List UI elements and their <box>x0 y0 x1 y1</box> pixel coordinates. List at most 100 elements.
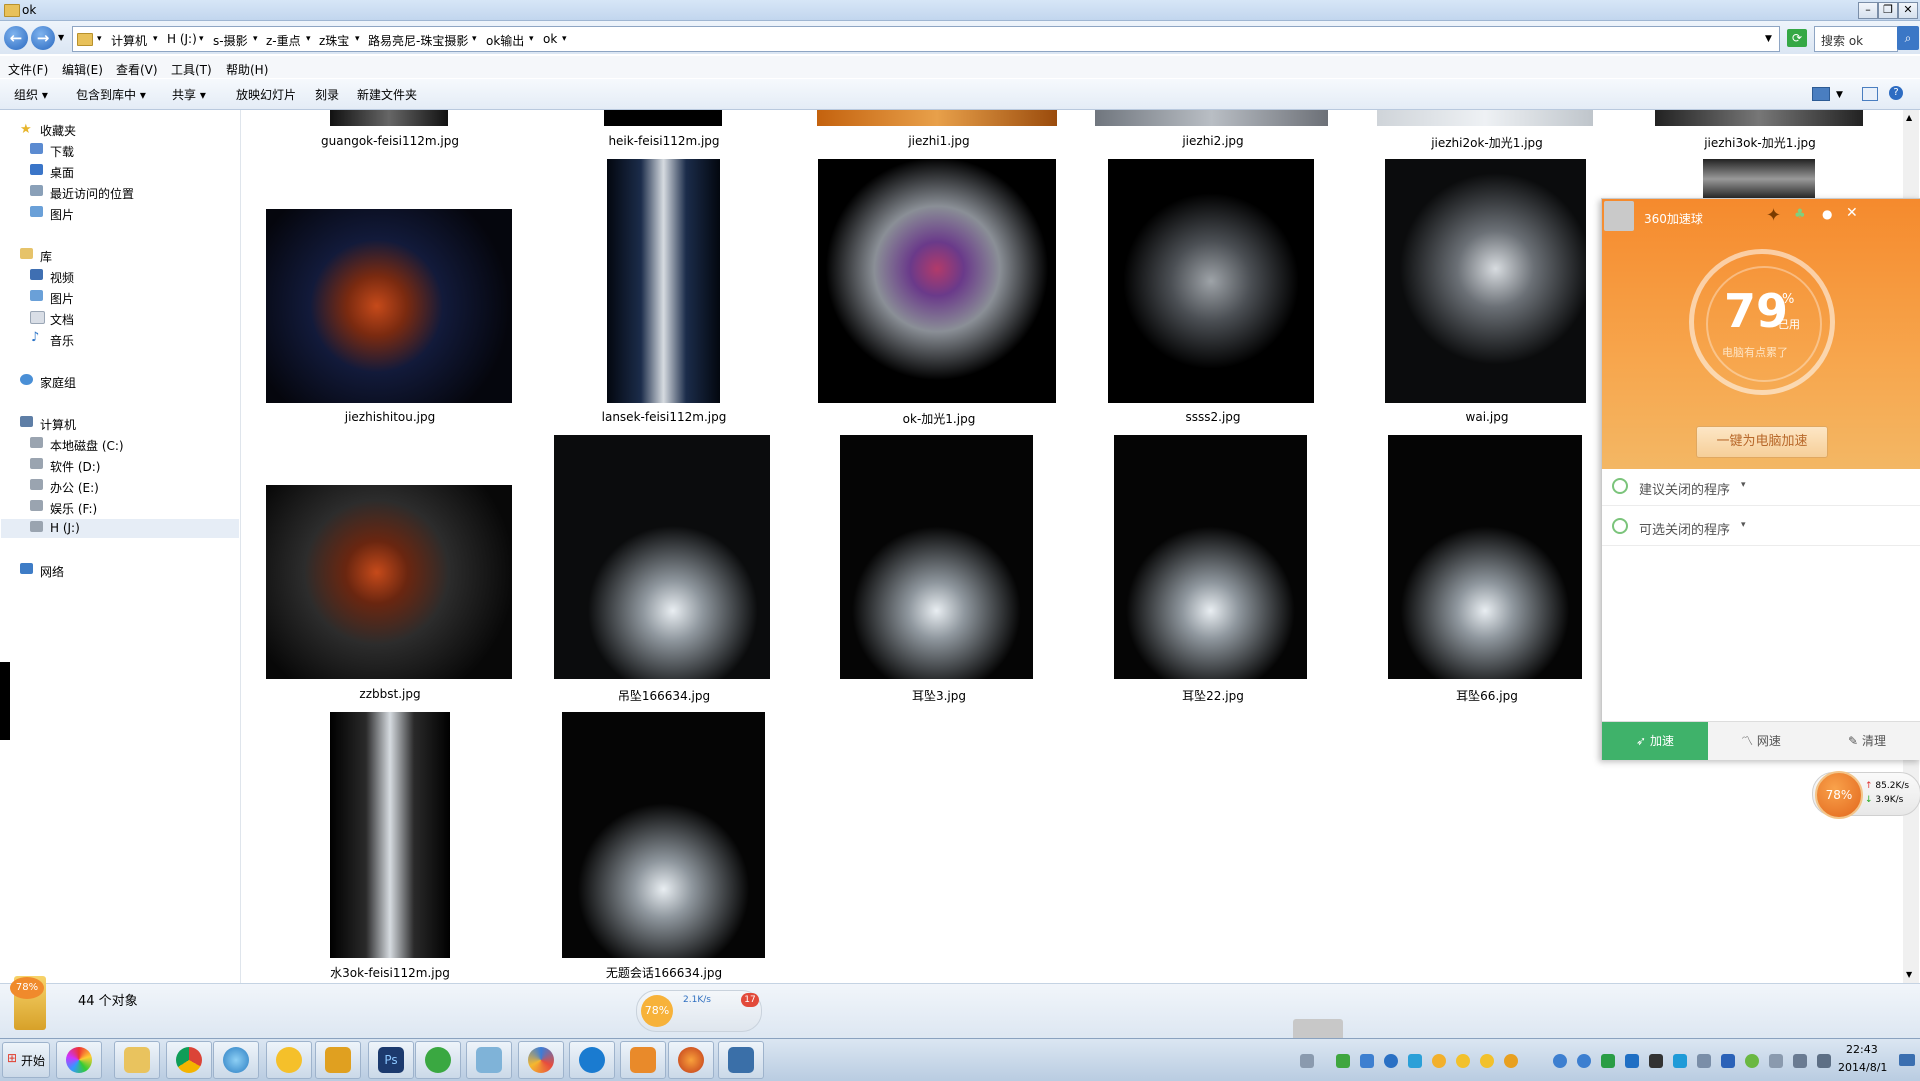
thumbnail[interactable] <box>1095 110 1328 126</box>
file-name[interactable]: 无题会话166634.jpg <box>524 964 804 981</box>
taskbar-browser[interactable] <box>213 1041 259 1079</box>
thumbnail[interactable] <box>266 209 512 403</box>
tray-keyboard-icon[interactable] <box>1300 1054 1314 1068</box>
breadcrumb-focus[interactable]: z-重点 <box>266 32 301 49</box>
tray-network-icon[interactable] <box>1769 1054 1783 1068</box>
file-name[interactable]: ssss2.jpg <box>1073 410 1353 424</box>
tray-app-icon[interactable] <box>1360 1054 1374 1068</box>
file-name[interactable]: wai.jpg <box>1347 410 1627 424</box>
file-name[interactable]: jiezhi2ok-加光1.jpg <box>1347 134 1627 151</box>
breadcrumb-ok[interactable]: ok <box>543 32 557 46</box>
menu-edit[interactable]: 编辑(E) <box>62 61 103 78</box>
breadcrumb-jewelry[interactable]: z珠宝 <box>319 32 349 49</box>
nav-item-drive-d[interactable]: 软件 (D:) <box>50 458 100 475</box>
breadcrumb-h-drive[interactable]: H (J:) <box>167 32 197 46</box>
share-button[interactable]: 共享 ▾ <box>172 86 206 103</box>
tray-security-icon[interactable] <box>1649 1054 1663 1068</box>
taskbar-360-browser[interactable] <box>415 1041 461 1079</box>
chevron-down-icon[interactable]: ▾ <box>1741 520 1746 530</box>
taskbar-picasa[interactable] <box>518 1041 564 1079</box>
taskbar-photo-viewer[interactable] <box>620 1041 666 1079</box>
nav-libraries[interactable]: 库 <box>40 248 52 265</box>
speed-widget[interactable]: 78% 2.1K/s 17 <box>636 990 762 1032</box>
menu-file[interactable]: 文件(F) <box>8 61 48 78</box>
skin-icon[interactable]: ♣ <box>1794 207 1806 222</box>
file-name[interactable]: lansek-feisi112m.jpg <box>524 410 804 424</box>
file-name[interactable]: 水3ok-feisi112m.jpg <box>250 964 530 981</box>
scroll-up-icon[interactable]: ▲ <box>1906 113 1912 122</box>
nav-item-drive-f[interactable]: 娱乐 (F:) <box>50 500 97 517</box>
view-options-icon[interactable] <box>1812 87 1830 101</box>
taskbar-chrome[interactable] <box>166 1041 212 1079</box>
file-name[interactable]: 耳坠66.jpg <box>1347 687 1627 704</box>
nav-computer[interactable]: 计算机 <box>40 416 76 433</box>
tray-app-icon[interactable] <box>1553 1054 1567 1068</box>
tray-tool-icon[interactable] <box>1673 1054 1687 1068</box>
scroll-down-icon[interactable]: ▼ <box>1906 970 1912 979</box>
address-bar[interactable]: ▾ 计算机 ▾ H (J:) ▾ s-摄影 ▾ z-重点 ▾ z珠宝 ▾ 路易亮… <box>72 26 1780 52</box>
view-dropdown-icon[interactable]: ▼ <box>1836 90 1843 100</box>
burn-button[interactable]: 刻录 <box>315 86 339 103</box>
chevron-icon[interactable]: ▾ <box>153 34 158 44</box>
tray-player-icon[interactable] <box>1384 1054 1398 1068</box>
avatar[interactable] <box>1604 201 1634 231</box>
nav-item-lib-pictures[interactable]: 图片 <box>50 290 74 307</box>
help-icon[interactable]: ? <box>1889 86 1903 100</box>
tray-360-safe-icon[interactable] <box>1625 1054 1639 1068</box>
thumbnail[interactable] <box>818 159 1056 403</box>
chevron-icon[interactable]: ▾ <box>472 34 477 44</box>
taskbar-media[interactable] <box>569 1041 615 1079</box>
thumbnail[interactable] <box>266 485 512 679</box>
thumbnail[interactable] <box>330 110 448 126</box>
mini-accel-ball[interactable]: 78% <box>10 977 44 999</box>
minimize-button[interactable]: – <box>1858 2 1878 19</box>
chevron-icon[interactable]: ▾ <box>97 34 102 44</box>
nav-homegroup[interactable]: 家庭组 <box>40 374 76 391</box>
file-name[interactable]: jiezhi1.jpg <box>799 134 1079 148</box>
forward-button[interactable]: → <box>31 26 55 50</box>
nav-item-downloads[interactable]: 下载 <box>50 143 74 160</box>
nav-item-videos[interactable]: 视频 <box>50 269 74 286</box>
search-icon[interactable]: ⌕ <box>1897 26 1919 50</box>
file-name[interactable]: guangok-feisi112m.jpg <box>250 134 530 148</box>
slideshow-button[interactable]: 放映幻灯片 <box>236 86 296 103</box>
nav-item-drive-j[interactable]: H (J:) <box>50 521 80 535</box>
taskbar-explorer[interactable] <box>114 1041 160 1079</box>
thumbnail[interactable] <box>840 435 1033 679</box>
chevron-icon[interactable]: ▾ <box>306 34 311 44</box>
chevron-icon[interactable]: ▾ <box>199 34 204 44</box>
tray-green-icon[interactable] <box>1745 1054 1759 1068</box>
optional-close-row[interactable]: 可选关闭的程序 ▾ <box>1602 509 1920 546</box>
taskbar-display[interactable] <box>718 1041 764 1079</box>
breadcrumb-ok-output[interactable]: ok输出 <box>486 32 524 49</box>
back-button[interactable]: ← <box>4 26 28 50</box>
breadcrumb-photography[interactable]: s-摄影 <box>213 32 248 49</box>
tray-flag-icon[interactable] <box>1793 1054 1807 1068</box>
accelerate-button[interactable]: 一键为电脑加速 <box>1696 426 1828 458</box>
tab-accelerate[interactable]: ➶ 加速 <box>1602 722 1708 760</box>
tab-network-speed[interactable]: 〽 网速 <box>1708 722 1814 760</box>
feedback-icon[interactable]: ● <box>1822 207 1832 221</box>
tray-shield-icon[interactable] <box>1601 1054 1615 1068</box>
tray-app-icon[interactable] <box>1577 1054 1591 1068</box>
clock-date[interactable]: 2014/8/1 <box>1838 1061 1887 1074</box>
file-name[interactable]: ok-加光1.jpg <box>799 410 1079 427</box>
nav-item-music[interactable]: 音乐 <box>50 332 74 349</box>
clock-time[interactable]: 22:43 <box>1846 1043 1878 1056</box>
chevron-icon[interactable]: ▾ <box>529 34 534 44</box>
thumbnail[interactable] <box>1703 159 1815 199</box>
taskbar-photoshop[interactable]: Ps <box>368 1041 414 1079</box>
address-history-dropdown-icon[interactable]: ▼ <box>1765 34 1772 44</box>
chevron-icon[interactable]: ▾ <box>562 34 567 44</box>
file-name[interactable]: 吊坠166634.jpg <box>524 687 804 704</box>
show-desktop-button[interactable] <box>1899 1054 1915 1066</box>
thumbnail[interactable] <box>1377 110 1593 126</box>
menu-tools[interactable]: 工具(T) <box>171 61 212 78</box>
tab-clean[interactable]: ✎ 清理 <box>1814 722 1920 760</box>
file-name[interactable]: 耳坠3.jpg <box>799 687 1079 704</box>
thumbnail[interactable] <box>1108 159 1314 403</box>
taskbar-game[interactable] <box>266 1041 312 1079</box>
thumbnail[interactable] <box>604 110 722 126</box>
nav-item-drive-c[interactable]: 本地磁盘 (C:) <box>50 437 124 454</box>
tray-qq-icon[interactable] <box>1504 1054 1518 1068</box>
